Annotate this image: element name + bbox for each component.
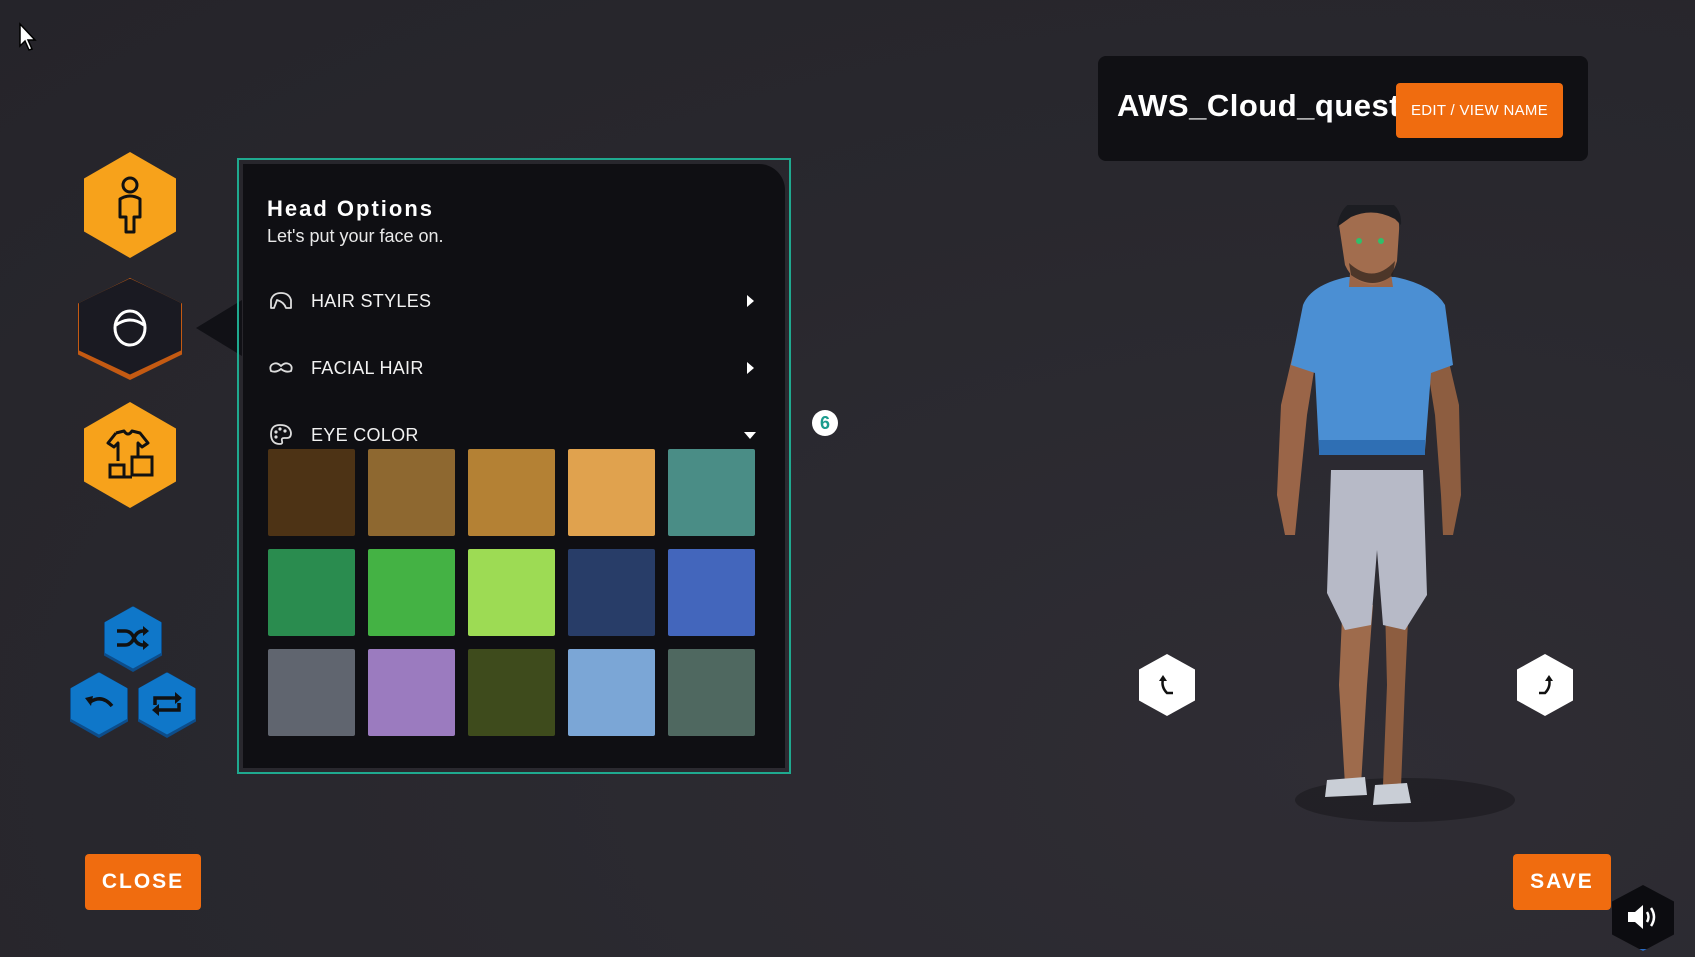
step-badge: 6 bbox=[812, 410, 838, 436]
rotate-left-button[interactable] bbox=[1139, 654, 1195, 716]
chevron-right-icon bbox=[743, 361, 757, 375]
rotate-left-icon bbox=[1159, 675, 1173, 695]
randomize-button[interactable] bbox=[104, 606, 162, 672]
mustache-icon bbox=[267, 354, 295, 382]
shuffle-icon bbox=[117, 625, 149, 650]
eye-color-swatch[interactable] bbox=[468, 449, 555, 536]
panel-title: Head Options bbox=[267, 196, 435, 221]
eye-color-swatch[interactable] bbox=[668, 649, 755, 736]
body-category-button[interactable] bbox=[84, 152, 176, 258]
head-icon bbox=[113, 309, 147, 346]
rotate-right-button[interactable] bbox=[1517, 654, 1573, 716]
eye-color-option[interactable]: EYE COLOR bbox=[267, 420, 757, 450]
undo-button[interactable] bbox=[70, 672, 128, 738]
head-category-button[interactable] bbox=[78, 278, 182, 380]
mouse-pointer-icon bbox=[19, 22, 37, 51]
eye-color-swatch[interactable] bbox=[668, 549, 755, 636]
avatar-character-model[interactable] bbox=[1255, 205, 1515, 855]
edit-view-name-button[interactable]: EDIT / VIEW NAME bbox=[1396, 83, 1563, 138]
eye-color-swatch[interactable] bbox=[668, 449, 755, 536]
eye-color-swatch[interactable] bbox=[268, 649, 355, 736]
selection-pointer bbox=[196, 300, 242, 356]
eye-color-swatches bbox=[268, 449, 756, 736]
chevron-right-icon bbox=[743, 294, 757, 308]
undo-icon bbox=[85, 695, 114, 707]
eye-color-swatch[interactable] bbox=[568, 549, 655, 636]
reset-button[interactable] bbox=[138, 672, 196, 738]
eye-color-swatch[interactable] bbox=[368, 649, 455, 736]
eye-color-swatch[interactable] bbox=[468, 649, 555, 736]
speaker-icon bbox=[1628, 905, 1656, 929]
rotate-right-icon bbox=[1539, 675, 1553, 695]
hair-styles-option[interactable]: HAIR STYLES bbox=[267, 286, 757, 316]
eye-color-swatch[interactable] bbox=[368, 549, 455, 636]
facial-hair-option[interactable]: FACIAL HAIR bbox=[267, 353, 757, 383]
eye-color-swatch[interactable] bbox=[568, 649, 655, 736]
repeat-icon bbox=[152, 691, 182, 716]
eye-color-swatch[interactable] bbox=[568, 449, 655, 536]
facial-hair-label: FACIAL HAIR bbox=[311, 357, 424, 378]
save-button[interactable]: SAVE bbox=[1513, 854, 1611, 910]
eye-color-swatch[interactable] bbox=[268, 449, 355, 536]
palette-icon bbox=[267, 421, 295, 449]
chevron-down-icon bbox=[743, 428, 757, 442]
player-name: AWS_Cloud_quest bbox=[1117, 88, 1401, 123]
close-button[interactable]: CLOSE bbox=[85, 854, 201, 910]
eye-color-swatch[interactable] bbox=[468, 549, 555, 636]
outfit-category-button[interactable] bbox=[84, 402, 176, 508]
eye-color-swatch[interactable] bbox=[268, 549, 355, 636]
panel-subtitle: Let's put your face on. bbox=[267, 226, 444, 246]
clothing-icon bbox=[106, 429, 154, 479]
head-options-panel: Head Options Let's put your face on. HAI… bbox=[237, 158, 791, 774]
eye-color-swatch[interactable] bbox=[368, 449, 455, 536]
eye-color-label: EYE COLOR bbox=[311, 424, 419, 445]
person-icon bbox=[118, 176, 142, 234]
player-name-card: AWS_Cloud_quest EDIT / VIEW NAME bbox=[1098, 56, 1588, 161]
sound-toggle-button[interactable] bbox=[1612, 885, 1674, 951]
hair-styles-label: HAIR STYLES bbox=[311, 290, 432, 311]
hair-icon bbox=[267, 287, 295, 315]
